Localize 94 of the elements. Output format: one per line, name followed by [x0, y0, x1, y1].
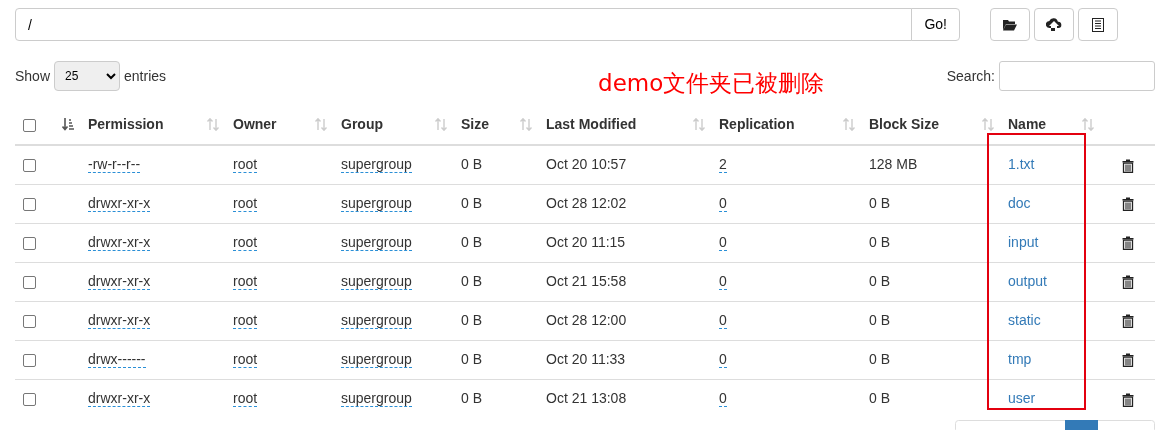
row-checkbox[interactable]: [23, 393, 36, 407]
entries-select[interactable]: 25: [54, 61, 121, 91]
row-checkbox[interactable]: [23, 275, 36, 289]
upload-button[interactable]: [1034, 8, 1074, 41]
trash-icon[interactable]: [1121, 314, 1134, 329]
group-text: supergroup: [341, 351, 412, 368]
group-text: supergroup: [341, 234, 412, 251]
column-header: Owner: [233, 116, 277, 132]
replication-text: 0: [719, 234, 727, 251]
block-size-text: 0 B: [869, 273, 890, 289]
trash-icon[interactable]: [1121, 197, 1134, 212]
block-size-text: 0 B: [869, 234, 890, 250]
file-name-link[interactable]: tmp: [1008, 351, 1032, 367]
column-header: Name: [1008, 116, 1047, 132]
permission-text: drwxr-xr-x: [88, 390, 151, 408]
size-text: 0 B: [461, 273, 482, 289]
folder-icon: [1003, 18, 1017, 31]
trash-icon[interactable]: [1121, 236, 1134, 251]
search-label: Search:: [946, 66, 995, 86]
group-text: supergroup: [341, 195, 412, 212]
trash-icon[interactable]: [1121, 158, 1134, 173]
group-text: supergroup: [341, 156, 412, 174]
owner-text: root: [233, 273, 258, 290]
row-checkbox[interactable]: [23, 314, 36, 328]
file-name-link[interactable]: output: [1008, 273, 1047, 289]
size-text: 0 B: [461, 312, 482, 328]
owner-text: root: [233, 351, 258, 368]
replication-text: 2: [719, 156, 727, 174]
block-size-text: 0 B: [869, 312, 890, 328]
cloud-upload-icon: [1046, 18, 1062, 31]
group-text: supergroup: [341, 273, 412, 290]
permission-text: drwxr-xr-x: [88, 195, 151, 212]
modified-text: Oct 21 13:08: [546, 390, 627, 407]
file-name-link[interactable]: 1.txt: [1008, 156, 1035, 173]
row-checkbox[interactable]: [23, 159, 36, 173]
column-header: Block Size: [869, 116, 940, 132]
search-field[interactable]: [999, 61, 1155, 91]
row-checkbox[interactable]: [23, 353, 36, 367]
size-text: 0 B: [461, 351, 482, 367]
modified-text: Oct 28 12:02: [546, 195, 627, 211]
permission-text: drwx------: [88, 351, 146, 368]
column-header: Last Modified: [546, 116, 637, 132]
trash-icon[interactable]: [1121, 392, 1134, 407]
column-header: Replication: [719, 116, 795, 132]
owner-text: root: [233, 390, 258, 408]
row-checkbox[interactable]: [23, 197, 36, 211]
trash-icon[interactable]: [1121, 353, 1134, 368]
entries-label: entries: [124, 66, 167, 86]
go-button[interactable]: Go!: [911, 8, 960, 41]
replication-text: 0: [719, 390, 727, 408]
replication-text: 0: [719, 312, 727, 329]
row-checkbox[interactable]: [23, 236, 36, 250]
size-text: 0 B: [461, 234, 482, 250]
file-name-link[interactable]: input: [1008, 234, 1039, 250]
modified-text: Oct 20 11:33: [546, 351, 626, 367]
block-size-text: 0 B: [869, 351, 890, 367]
block-size-text: 128 MB: [869, 156, 918, 173]
replication-text: 0: [719, 351, 727, 368]
file-name-link[interactable]: doc: [1008, 195, 1031, 211]
size-text: 0 B: [461, 390, 482, 407]
path-field[interactable]: /: [15, 8, 913, 41]
annotation-text: demo文件夹已被删除: [598, 68, 825, 98]
select-all-checkbox[interactable]: [23, 118, 36, 132]
owner-text: root: [233, 195, 258, 212]
sort-ascending-icon[interactable]: [62, 118, 74, 131]
column-header: Permission: [88, 116, 164, 132]
modified-text: Oct 20 11:15: [546, 234, 626, 250]
block-size-text: 0 B: [869, 195, 890, 211]
size-text: 0 B: [461, 156, 482, 173]
modified-text: Oct 28 12:00: [546, 312, 627, 328]
owner-text: root: [233, 312, 258, 329]
show-label: Show: [15, 66, 51, 86]
list-icon: [1092, 17, 1104, 32]
block-size-text: 0 B: [869, 390, 890, 407]
group-text: supergroup: [341, 312, 412, 329]
owner-text: root: [233, 234, 258, 251]
file-name-link[interactable]: user: [1008, 390, 1036, 407]
group-text: supergroup: [341, 390, 412, 408]
owner-text: root: [233, 156, 258, 174]
permission-text: drwxr-xr-x: [88, 273, 151, 290]
modified-text: Oct 20 10:57: [546, 156, 627, 173]
trash-icon[interactable]: [1121, 275, 1134, 290]
modified-text: Oct 21 15:58: [546, 273, 627, 289]
permission-text: drwxr-xr-x: [88, 312, 151, 329]
file-name-link[interactable]: static: [1008, 312, 1041, 328]
replication-text: 0: [719, 273, 727, 290]
list-button[interactable]: [1078, 8, 1118, 41]
permission-text: -rw-r--r--: [88, 156, 141, 174]
folder-button[interactable]: [990, 8, 1030, 41]
column-header: Size: [461, 116, 489, 132]
permission-text: drwxr-xr-x: [88, 234, 151, 251]
size-text: 0 B: [461, 195, 482, 211]
column-header: Group: [341, 116, 383, 132]
replication-text: 0: [719, 195, 727, 212]
